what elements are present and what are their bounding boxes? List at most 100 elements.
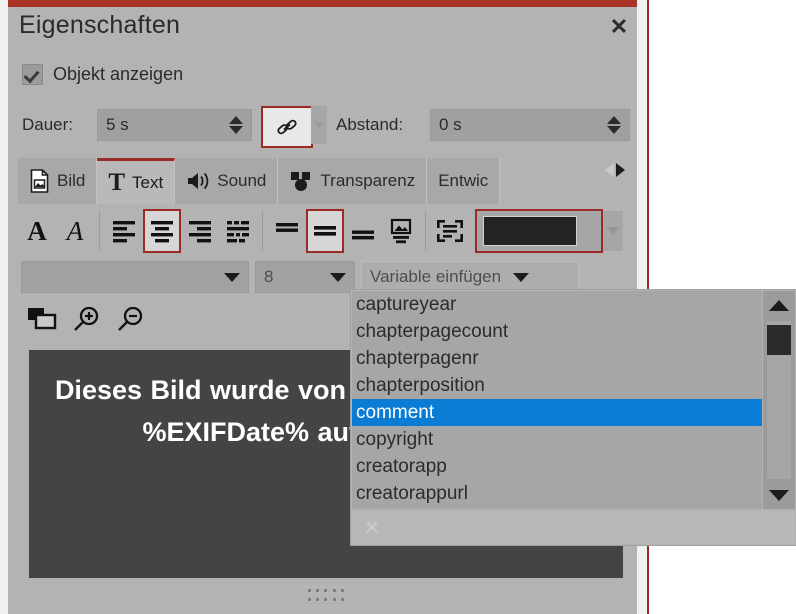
image-file-icon <box>29 169 50 193</box>
text-frame-button[interactable] <box>431 209 469 253</box>
toolbar-divider <box>425 211 426 251</box>
fit-window-icon <box>27 306 59 332</box>
align-center-icon <box>149 218 175 244</box>
grip-dot <box>316 589 319 592</box>
show-object-label: Objekt anzeigen <box>53 64 183 85</box>
link-chain-icon <box>274 114 300 140</box>
zoom-in-icon <box>72 305 102 333</box>
chevron-right-icon[interactable] <box>616 163 625 177</box>
clear-selection-button[interactable]: ✕ <box>364 517 380 540</box>
grip-dot <box>308 598 311 601</box>
list-item[interactable]: chapterposition <box>352 372 762 399</box>
list-item[interactable]: creatorapp <box>352 453 762 480</box>
tab-transparenz[interactable]: Transparenz <box>278 158 427 204</box>
tab-text[interactable]: T Text <box>97 158 175 204</box>
grip-dot <box>324 589 327 592</box>
distance-spin-arrows[interactable] <box>603 111 625 139</box>
align-right-button[interactable] <box>181 209 219 253</box>
transparency-icon <box>289 169 313 193</box>
screenshot-root: Eigenschaften ✕ Objekt anzeigen Dauer: 5… <box>0 0 796 614</box>
zoom-in-button[interactable] <box>68 301 106 337</box>
font-size-select[interactable]: 8 <box>255 261 355 293</box>
grip-dot <box>333 598 336 601</box>
chevron-left-icon[interactable] <box>605 163 614 177</box>
align-justify-icon <box>225 218 251 244</box>
valign-top-button[interactable] <box>268 209 306 253</box>
scroll-up-button[interactable] <box>763 291 795 319</box>
triangle-down-icon[interactable] <box>229 126 243 134</box>
show-object-checkbox-row[interactable]: Objekt anzeigen <box>22 64 183 85</box>
triangle-down-icon[interactable] <box>607 126 621 134</box>
triangle-down-icon <box>769 490 789 501</box>
tab-entwicklung[interactable]: Entwic <box>427 158 500 204</box>
align-center-button[interactable] <box>143 209 181 253</box>
variable-list-scrollbar[interactable] <box>763 291 795 509</box>
speaker-icon <box>186 170 210 192</box>
variable-dropdown-popup[interactable]: captureyear chapterpagecount chapterpage… <box>351 290 796 545</box>
tab-label: Bild <box>57 171 85 191</box>
duration-label: Dauer: <box>22 115 73 135</box>
chevron-down-icon <box>606 227 620 235</box>
zoom-out-button[interactable] <box>112 301 150 337</box>
grip-dot <box>341 598 344 601</box>
duration-value[interactable]: 5 s <box>98 115 225 135</box>
triangle-up-icon[interactable] <box>607 116 621 124</box>
chevron-down-icon <box>314 122 324 128</box>
list-item[interactable]: chapterpagenr <box>352 345 762 372</box>
valign-middle-button[interactable] <box>306 209 344 253</box>
list-item-selected[interactable]: comment <box>352 399 762 426</box>
duration-spin-arrows[interactable] <box>225 111 247 139</box>
scroll-down-button[interactable] <box>763 481 795 509</box>
align-left-button[interactable] <box>105 209 143 253</box>
tab-strip[interactable]: Bild T Text Sound <box>18 158 603 204</box>
italic-button[interactable]: A <box>56 209 94 253</box>
valign-top-icon <box>274 218 300 244</box>
grip-dot <box>316 598 319 601</box>
link-duration-button[interactable] <box>261 106 313 148</box>
text-color-button[interactable] <box>475 209 603 253</box>
tab-label: Entwic <box>438 171 488 191</box>
tab-bild[interactable]: Bild <box>18 158 97 204</box>
timing-row: Dauer: 5 s Abs <box>18 105 628 145</box>
bold-button[interactable]: A <box>18 209 56 253</box>
variable-dropdown-footer: ✕ <box>352 511 795 544</box>
tab-scroll-controls[interactable] <box>605 158 645 182</box>
list-item[interactable]: captureyear <box>352 291 762 318</box>
document-left-strip <box>0 0 8 614</box>
grip-dot <box>341 589 344 592</box>
text-over-image-button[interactable] <box>382 209 420 253</box>
font-family-select[interactable] <box>21 261 249 293</box>
insert-variable-dropdown[interactable]: Variable einfügen <box>361 261 579 293</box>
chevron-down-icon <box>224 273 240 282</box>
distance-label: Abstand: <box>336 115 403 135</box>
show-object-checkbox[interactable] <box>22 64 43 85</box>
zoom-out-icon <box>116 305 146 333</box>
align-right-icon <box>187 218 213 244</box>
distance-value[interactable]: 0 s <box>431 115 603 135</box>
text-t-icon: T <box>108 170 125 195</box>
variable-list[interactable]: captureyear chapterpagecount chapterpage… <box>352 291 762 509</box>
list-item[interactable]: chapterpagecount <box>352 318 762 345</box>
font-controls-row[interactable]: 8 Variable einfügen <box>21 261 579 293</box>
list-item[interactable]: copyright <box>352 426 762 453</box>
text-over-image-icon <box>388 218 414 244</box>
valign-bottom-button[interactable] <box>344 209 382 253</box>
fit-to-window-button[interactable] <box>24 301 62 337</box>
chevron-down-icon <box>330 273 346 282</box>
scrollbar-thumb[interactable] <box>767 325 791 355</box>
align-justify-button[interactable] <box>219 209 257 253</box>
distance-stepper[interactable]: 0 s <box>430 109 630 141</box>
duration-stepper[interactable]: 5 s <box>97 109 252 141</box>
format-toolbar[interactable]: A A <box>18 207 633 255</box>
triangle-up-icon[interactable] <box>229 116 243 124</box>
grip-dot <box>333 589 336 592</box>
font-size-value: 8 <box>264 267 273 287</box>
close-button[interactable]: ✕ <box>602 12 636 42</box>
text-color-dropdown[interactable] <box>603 211 623 251</box>
resize-grip[interactable] <box>308 589 346 603</box>
grip-dot <box>324 598 327 601</box>
list-item[interactable]: creatorappurl <box>352 480 762 507</box>
tab-sound[interactable]: Sound <box>175 158 278 204</box>
link-dropdown-button[interactable] <box>311 106 327 144</box>
tab-label: Text <box>132 173 163 193</box>
